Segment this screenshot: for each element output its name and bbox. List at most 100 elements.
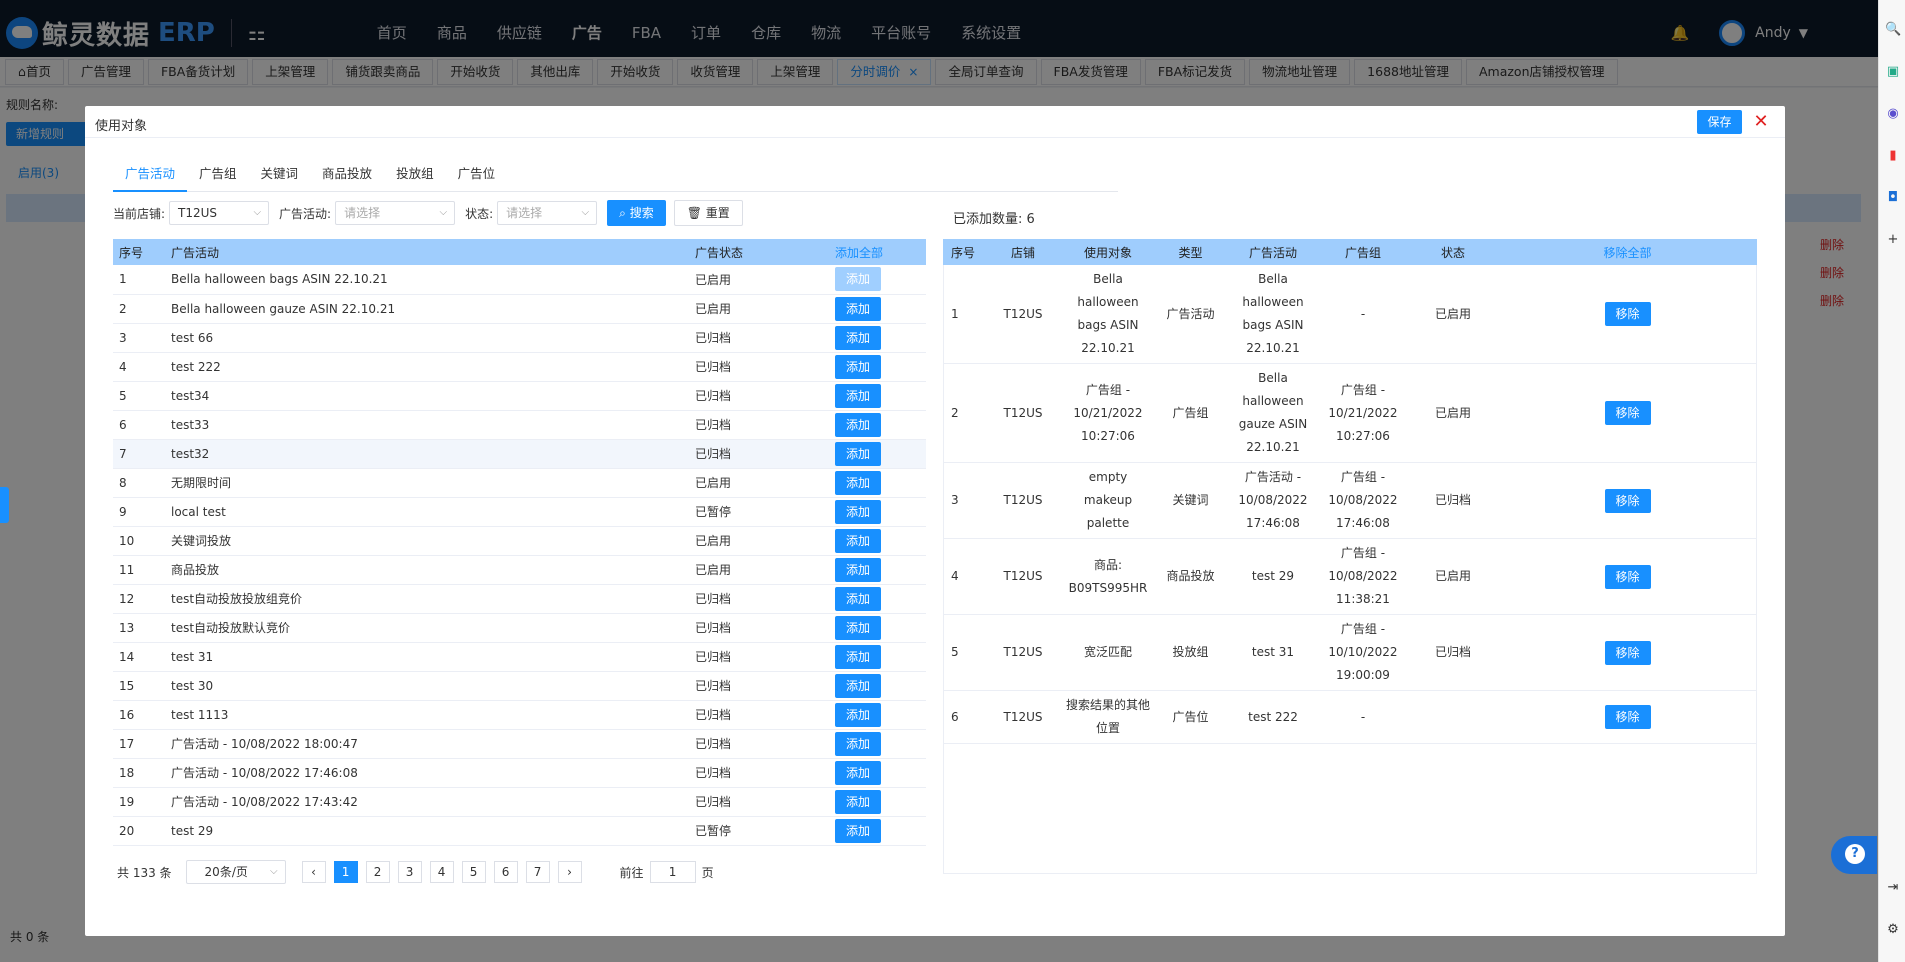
- remove-all-button[interactable]: 移除全部: [1498, 239, 1757, 265]
- next-page-button[interactable]: ›: [557, 861, 582, 883]
- object-type-tabs: 广告活动 广告组 关键词 商品投放 投放组 广告位: [113, 162, 1118, 192]
- add-button[interactable]: 添加: [835, 470, 881, 495]
- campaign-name: 商品投放: [165, 555, 689, 585]
- row-index: 3: [943, 462, 983, 539]
- added-objects-table: 序号 店铺 使用对象 类型 广告活动 广告组 状态 移除全部 1 T12US Bel…: [943, 239, 1757, 744]
- status-cell: 已启用: [1408, 363, 1498, 463]
- page-number-button[interactable]: 1: [333, 861, 358, 883]
- add-all-button[interactable]: 添加全部: [829, 239, 926, 265]
- campaign-status: 已暂停: [689, 497, 829, 527]
- campaign-status: 已暂停: [689, 816, 829, 846]
- add-button[interactable]: 添加: [835, 267, 881, 292]
- page-size-select[interactable]: 20条/页 ⌵: [185, 860, 286, 884]
- remove-button[interactable]: 移除: [1604, 705, 1651, 729]
- add-button[interactable]: 添加: [835, 528, 881, 553]
- save-button[interactable]: 保存: [1697, 110, 1742, 134]
- campaign-status: 已归档: [689, 787, 829, 817]
- add-button[interactable]: 添加: [835, 586, 881, 611]
- tab-object-type[interactable]: 广告组: [187, 162, 249, 192]
- shop-label: 当前店铺:: [113, 206, 166, 221]
- prev-page-button[interactable]: ‹: [301, 861, 326, 883]
- campaign-cell: Bella halloween bags ASIN 22.10.21: [1228, 265, 1318, 364]
- campaign-name: test自动投放默认竞价: [165, 613, 689, 643]
- tab-object-type[interactable]: 广告活动: [113, 162, 188, 192]
- status-select[interactable]: 请选择 ⌵: [497, 201, 598, 225]
- add-button[interactable]: 添加: [835, 818, 881, 843]
- sidebar-expand-handle[interactable]: [0, 487, 9, 523]
- campaign-name: test 222: [165, 352, 689, 382]
- add-button[interactable]: 添加: [835, 557, 881, 582]
- page-number-button[interactable]: 5: [461, 861, 486, 883]
- briefcase-icon[interactable]: ▣: [1885, 64, 1901, 80]
- campaign-status: 已归档: [689, 613, 829, 643]
- outlook-icon[interactable]: ◘: [1885, 190, 1901, 206]
- type-cell: 广告组: [1153, 363, 1228, 463]
- tab-object-type[interactable]: 投放组: [384, 162, 446, 192]
- add-button[interactable]: 添加: [835, 296, 881, 321]
- row-index: 12: [113, 584, 165, 614]
- search-icon[interactable]: 🔍: [1885, 22, 1901, 38]
- add-button[interactable]: 添加: [835, 760, 881, 785]
- add-button[interactable]: 添加: [835, 441, 881, 466]
- row-index: 10: [113, 526, 165, 556]
- type-cell: 广告位: [1153, 690, 1228, 744]
- add-button[interactable]: 添加: [835, 731, 881, 756]
- table-row: 10 关键词投放 已启用 添加: [113, 526, 926, 556]
- add-button[interactable]: 添加: [835, 702, 881, 727]
- page-number-button[interactable]: 2: [365, 861, 390, 883]
- tab-object-type[interactable]: 关键词: [249, 162, 311, 192]
- campaign-status: 已归档: [689, 729, 829, 759]
- row-index: 11: [113, 555, 165, 585]
- target-cell: empty makeup palette: [1063, 462, 1153, 539]
- people-icon[interactable]: ◉: [1885, 106, 1901, 122]
- campaign-select[interactable]: 请选择 ⌵: [335, 201, 456, 225]
- add-button[interactable]: 添加: [835, 383, 881, 408]
- table-row: 1 Bella halloween bags ASIN 22.10.21 已启用 添加: [113, 265, 926, 295]
- table-row: 20 test 29 已暂停 添加: [113, 816, 926, 846]
- plus-icon[interactable]: +: [1885, 232, 1901, 248]
- add-button[interactable]: 添加: [835, 412, 881, 437]
- campaign-status: 已归档: [689, 381, 829, 411]
- column-header: 店铺: [983, 239, 1063, 265]
- add-button[interactable]: 添加: [835, 325, 881, 350]
- campaign-status: 已归档: [689, 410, 829, 440]
- target-cell: 宽泛匹配: [1063, 614, 1153, 691]
- add-button[interactable]: 添加: [835, 644, 881, 669]
- goto-page-input[interactable]: 1: [649, 861, 696, 883]
- table-row: 15 test 30 已归档 添加: [113, 671, 926, 701]
- tab-object-type[interactable]: 商品投放: [310, 162, 384, 192]
- campaign-status: 已归档: [689, 671, 829, 701]
- add-button[interactable]: 添加: [835, 673, 881, 698]
- status-cell: 已归档: [1408, 462, 1498, 539]
- add-button[interactable]: 添加: [835, 615, 881, 640]
- page-number-button[interactable]: 3: [397, 861, 422, 883]
- remove-button[interactable]: 移除: [1604, 640, 1651, 665]
- tab-object-type[interactable]: 广告位: [446, 162, 508, 192]
- page-number-button[interactable]: 6: [493, 861, 518, 883]
- remove-button[interactable]: 移除: [1604, 564, 1651, 589]
- sidebar-toggle-icon[interactable]: ⇥: [1885, 880, 1901, 896]
- add-button[interactable]: 添加: [835, 499, 881, 524]
- remove-button[interactable]: 移除: [1604, 488, 1651, 513]
- page-number-button[interactable]: 7: [525, 861, 550, 883]
- status-cell: 已启用: [1408, 538, 1498, 615]
- remove-button[interactable]: 移除: [1604, 401, 1651, 425]
- shop-select[interactable]: T12US ⌵: [169, 201, 270, 225]
- settings-icon[interactable]: ⚙: [1885, 922, 1901, 938]
- row-index: 13: [113, 613, 165, 643]
- close-icon[interactable]: ✕: [1751, 110, 1771, 134]
- page-number-button[interactable]: 4: [429, 861, 454, 883]
- add-button[interactable]: 添加: [835, 789, 881, 814]
- shop-cell: T12US: [983, 614, 1063, 691]
- remove-button[interactable]: 移除: [1604, 302, 1651, 326]
- search-button[interactable]: ⌕ 搜索: [607, 200, 666, 226]
- table-row: 6 test33 已归档 添加: [113, 410, 926, 440]
- table-row: 12 test自动投放投放组竞价 已归档 添加: [113, 584, 926, 614]
- office-icon[interactable]: ▮: [1885, 148, 1901, 164]
- group-cell: -: [1318, 265, 1408, 364]
- reset-button[interactable]: 🗑 重置: [673, 200, 743, 226]
- help-icon[interactable]: [1831, 836, 1877, 874]
- row-index: 6: [943, 690, 983, 744]
- row-index: 15: [113, 671, 165, 701]
- add-button[interactable]: 添加: [835, 354, 881, 379]
